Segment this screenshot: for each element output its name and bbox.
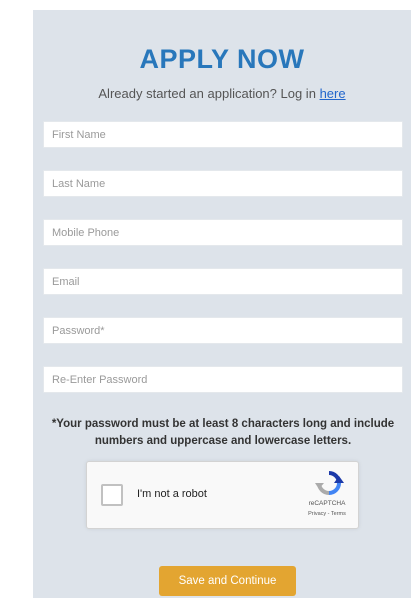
save-and-continue-button[interactable]: Save and Continue <box>159 566 296 596</box>
login-prompt-text: Already started an application? Log in <box>98 86 316 101</box>
password-requirements-note: *Your password must be at least 8 charac… <box>51 418 395 447</box>
recaptcha-checkbox[interactable] <box>101 484 123 506</box>
apply-form-panel: APPLY NOW Already started an application… <box>33 10 411 598</box>
recaptcha-label: I'm not a robot <box>137 488 207 500</box>
reenter-password-field[interactable] <box>43 366 403 393</box>
recaptcha-logo-icon <box>315 471 344 495</box>
recaptcha-widget: I'm not a robot reCAPTCHA Privacy - Term… <box>86 461 359 529</box>
login-prompt: Already started an application? Log in h… <box>33 86 411 101</box>
last-name-field[interactable] <box>43 170 403 197</box>
recaptcha-brand: reCAPTCHA <box>308 500 346 507</box>
email-field[interactable] <box>43 268 403 295</box>
mobile-phone-field[interactable] <box>43 219 403 246</box>
recaptcha-links[interactable]: Privacy - Terms <box>297 511 357 517</box>
login-link[interactable]: here <box>320 86 346 101</box>
page-title: APPLY NOW <box>139 44 305 74</box>
password-field[interactable] <box>43 317 403 344</box>
first-name-field[interactable] <box>43 121 403 148</box>
